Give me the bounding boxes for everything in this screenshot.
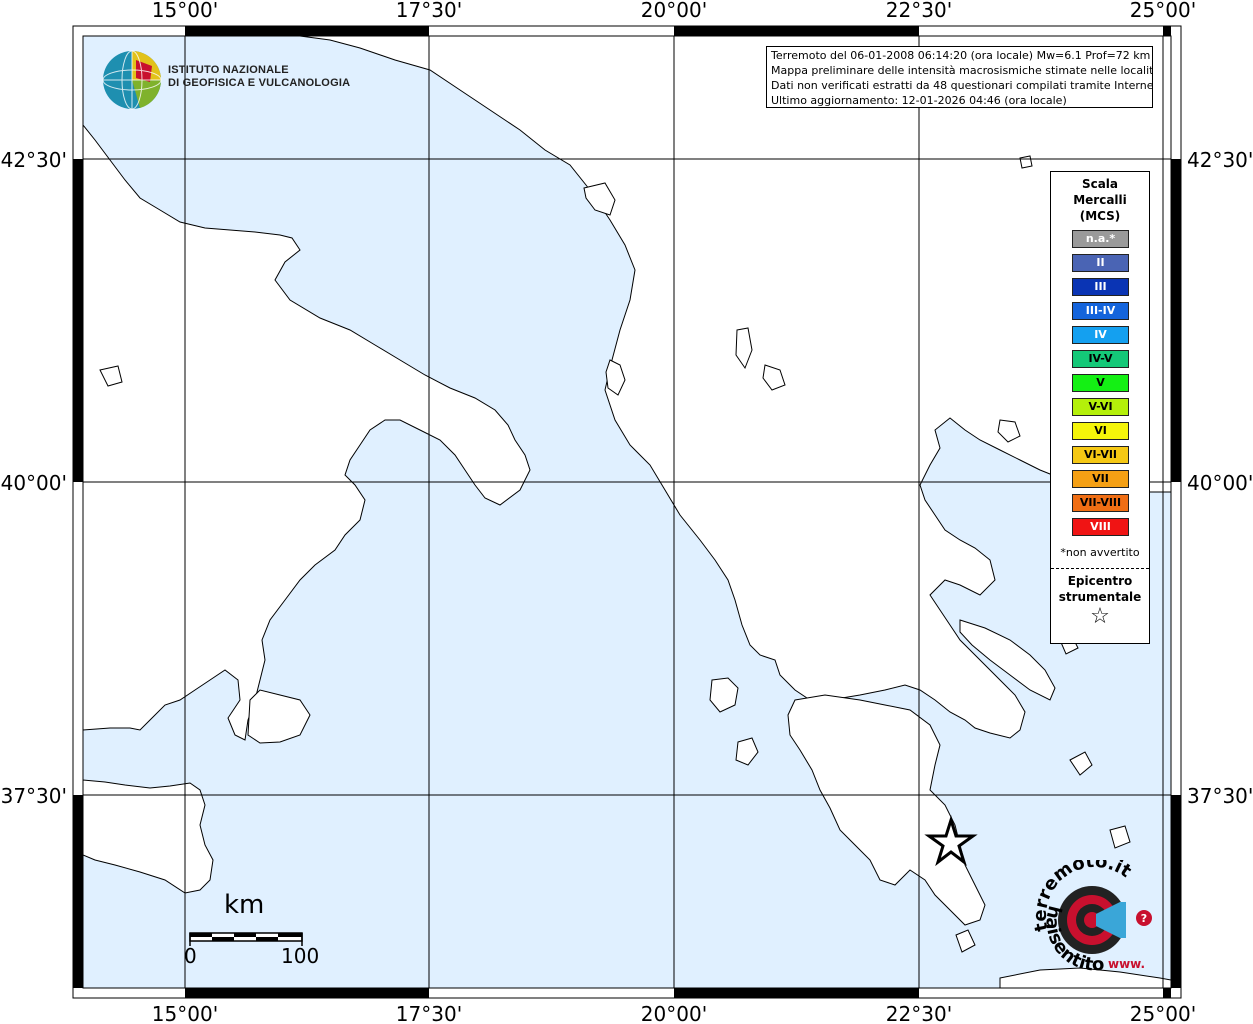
- ingv-name: ISTITUTO NAZIONALE DI GEOFISICA E VULCAN…: [168, 64, 350, 90]
- bottom-label-22-30: 22°30': [886, 1002, 952, 1024]
- left-label-42-30: 42°30': [1, 148, 67, 172]
- legend-epicenter-label: Epicentro strumentale: [1051, 573, 1149, 605]
- legend-note: *non avvertito: [1060, 546, 1140, 559]
- legend-swatch: VII: [1072, 470, 1129, 488]
- top-label-20: 20°00': [641, 0, 707, 22]
- left-label-40: 40°00': [1, 471, 67, 495]
- legend-title-line2: Mercalli: [1073, 193, 1127, 207]
- event-info-box: Terremoto del 06-01-2008 06:14:20 (ora l…: [766, 46, 1153, 108]
- legend-title-line3: (MCS): [1079, 209, 1121, 223]
- legend-swatch: V: [1072, 374, 1129, 392]
- legend-epicenter-line1: Epicentro: [1067, 574, 1133, 588]
- ingv-name-line2: DI GEOFISICA E VULCANOLOGIA: [168, 77, 351, 89]
- event-info-line1: Terremoto del 06-01-2008 06:14:20 (ora l…: [771, 49, 1151, 62]
- ingv-name-line1: ISTITUTO NAZIONALE: [168, 64, 289, 76]
- legend-swatch: V-VI: [1072, 398, 1129, 416]
- event-info-line3: Dati non verificati estratti da 48 quest…: [771, 79, 1153, 92]
- legend-swatch: II: [1072, 254, 1129, 272]
- legend-swatch: VI-VII: [1072, 446, 1129, 464]
- haisentito-question-mark: ?: [1141, 912, 1147, 925]
- haisentito-logo: terremoto.it haisentito www. ?: [1030, 851, 1165, 976]
- legend-swatch: VI: [1072, 422, 1129, 440]
- legend-title-line1: Scala: [1081, 177, 1119, 191]
- scale-unit: km: [224, 890, 265, 920]
- top-label-17-30: 17°30': [396, 0, 462, 22]
- event-info-line2: Mappa preliminare delle intensità macros…: [771, 64, 1153, 77]
- legend-swatch: IV: [1072, 326, 1129, 344]
- legend-swatch: III: [1072, 278, 1129, 296]
- legend-swatch: n.a.*: [1072, 230, 1129, 248]
- right-label-42-30: 42°30': [1187, 148, 1253, 172]
- scale-max: 100: [281, 944, 320, 968]
- mcs-legend: Scala Mercalli (MCS) n.a.* II III III-IV IV I…: [1050, 171, 1150, 644]
- top-label-25: 25°00': [1130, 0, 1196, 22]
- top-label-22-30: 22°30': [886, 0, 952, 22]
- legend-swatch: IV-V: [1072, 350, 1129, 368]
- thasos: [1019, 155, 1033, 169]
- scale-min: 0: [184, 944, 197, 968]
- event-info-line4: Ultimo aggiornamento: 12-01-2026 04:46 (…: [771, 94, 1067, 107]
- right-label-37-30: 37°30': [1187, 784, 1253, 808]
- ingv-logo: ISTITUTO NAZIONALE DI GEOFISICA E VULCAN…: [100, 48, 350, 112]
- haisentito-bottom-text: www.: [1108, 957, 1145, 971]
- legend-separator: [1051, 568, 1149, 569]
- left-label-37-30: 37°30': [1, 784, 67, 808]
- bottom-label-20: 20°00': [641, 1002, 707, 1024]
- legend-swatch: VII-VIII: [1072, 494, 1129, 512]
- legend-swatch: III-IV: [1072, 302, 1129, 320]
- legend-epicenter-line2: strumentale: [1058, 590, 1142, 604]
- bottom-label-25: 25°00': [1130, 1002, 1196, 1024]
- haisentito-target-icon: terremoto.it haisentito www. ?: [1030, 851, 1152, 976]
- legend-title: Scala Mercalli (MCS): [1051, 176, 1149, 224]
- ingv-globe-icon: [102, 50, 162, 110]
- top-label-15: 15°00': [152, 0, 218, 22]
- bottom-label-17-30: 17°30': [396, 1002, 462, 1024]
- legend-star-icon: ☆: [1090, 604, 1110, 629]
- scale-bar: km 0 100: [180, 890, 320, 970]
- legend-swatch: VIII: [1072, 518, 1129, 536]
- bottom-label-15: 15°00': [152, 1002, 218, 1024]
- right-label-40: 40°00': [1187, 471, 1253, 495]
